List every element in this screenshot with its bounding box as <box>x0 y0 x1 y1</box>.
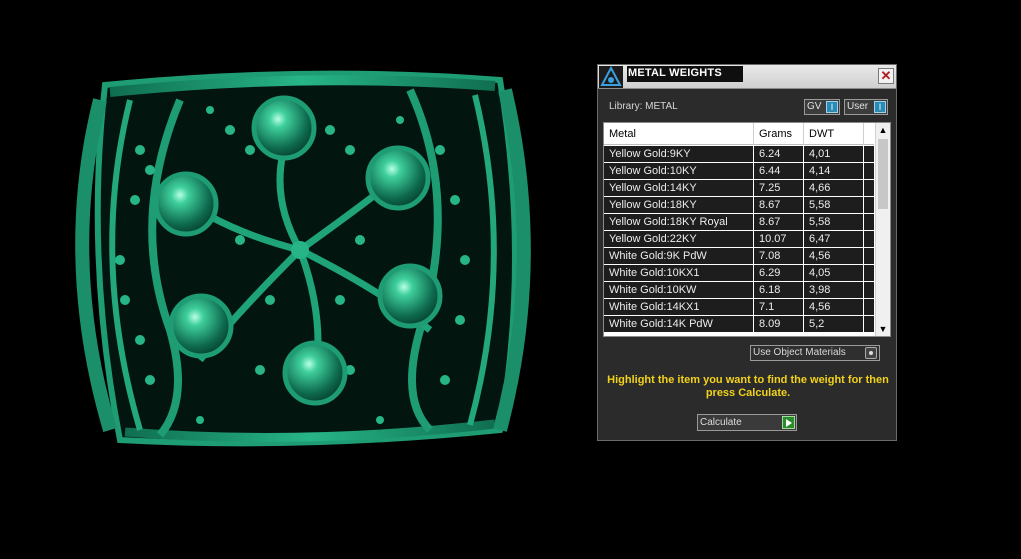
grams-cell: 6.18 <box>754 282 804 298</box>
table-row[interactable]: Yellow Gold:9KY 6.24 4,01 <box>604 146 874 163</box>
metal-cell: White Gold:10KW <box>604 282 754 298</box>
grams-cell: 6.29 <box>754 265 804 281</box>
dwt-cell: 4,56 <box>804 248 864 264</box>
dwt-cell: 3,98 <box>804 282 864 298</box>
metal-cell: Yellow Gold:22KY <box>604 231 754 247</box>
use-object-materials-label: Use Object Materials <box>753 347 846 358</box>
metal-cell: White Gold:14KX1 <box>604 299 754 315</box>
calculate-button[interactable]: Calculate <box>697 414 797 431</box>
table-scrollbar[interactable]: ▲ ▼ <box>875 123 890 336</box>
dwt-cell: 4,05 <box>804 265 864 281</box>
panel-titlebar[interactable]: METAL WEIGHTS ✕ <box>598 65 896 89</box>
dwt-cell: 5,58 <box>804 197 864 213</box>
table-row[interactable]: Yellow Gold:18KY Royal 8.67 5,58 <box>604 214 874 231</box>
ring-model-render <box>75 70 531 447</box>
column-header-grams[interactable]: Grams <box>754 123 804 145</box>
close-button[interactable]: ✕ <box>878 68 894 84</box>
table-row[interactable]: White Gold:9K PdW 7.08 4,56 <box>604 248 874 265</box>
table-row[interactable]: White Gold:10KX1 6.29 4,05 <box>604 265 874 282</box>
dwt-cell: 5,58 <box>804 214 864 230</box>
panel-title: METAL WEIGHTS <box>627 66 743 82</box>
metal-cell: White Gold:9K PdW <box>604 248 754 264</box>
play-arrow-icon <box>782 416 795 429</box>
column-header-dwt[interactable]: DWT <box>804 123 864 145</box>
metal-cell: White Gold:10KX1 <box>604 265 754 281</box>
gv-toggle-label: GV <box>807 101 822 112</box>
grams-cell: 7.25 <box>754 180 804 196</box>
grams-cell: 6.24 <box>754 146 804 162</box>
grams-cell: 10.07 <box>754 231 804 247</box>
dwt-cell: 5,2 <box>804 316 864 332</box>
app-logo-icon <box>599 65 623 88</box>
scroll-thumb[interactable] <box>878 139 888 209</box>
dwt-cell: 4,14 <box>804 163 864 179</box>
metal-cell: Yellow Gold:18KY Royal <box>604 214 754 230</box>
dwt-cell: 6,47 <box>804 231 864 247</box>
dwt-cell: 4,66 <box>804 180 864 196</box>
dwt-cell: 4,01 <box>804 146 864 162</box>
dwt-cell: 4,56 <box>804 299 864 315</box>
table-row[interactable]: Yellow Gold:10KY 6.44 4,14 <box>604 163 874 180</box>
table-row[interactable]: Yellow Gold:18KY 8.67 5,58 <box>604 197 874 214</box>
grams-cell: 6.44 <box>754 163 804 179</box>
metal-weights-panel: METAL WEIGHTS ✕ Library: METAL GV I User… <box>597 64 897 441</box>
use-object-materials-option[interactable]: Use Object Materials <box>750 345 880 361</box>
metal-cell: Yellow Gold:14KY <box>604 180 754 196</box>
table-row[interactable]: White Gold:14K PdW 8.09 5,2 <box>604 316 874 333</box>
table-body: Yellow Gold:9KY 6.24 4,01 Yellow Gold:10KY 6… <box>604 146 874 333</box>
scroll-up-icon[interactable]: ▲ <box>876 123 890 137</box>
instruction-text: Highlight the item you want to find the … <box>607 374 889 399</box>
grams-cell: 7.1 <box>754 299 804 315</box>
grams-cell: 8.67 <box>754 214 804 230</box>
3d-viewport[interactable] <box>0 0 590 559</box>
grams-cell: 7.08 <box>754 248 804 264</box>
calculate-button-label: Calculate <box>700 417 742 428</box>
metal-cell: Yellow Gold:10KY <box>604 163 754 179</box>
grams-cell: 8.67 <box>754 197 804 213</box>
table-row[interactable]: Yellow Gold:22KY 10.07 6,47 <box>604 231 874 248</box>
scroll-down-icon[interactable]: ▼ <box>876 322 890 336</box>
metal-cell: Yellow Gold:9KY <box>604 146 754 162</box>
gv-toggle-indicator-icon: I <box>826 101 838 113</box>
user-toggle-label: User <box>847 101 869 112</box>
table-row[interactable]: White Gold:10KW 6.18 3,98 <box>604 282 874 299</box>
user-toggle[interactable]: User I <box>844 99 888 115</box>
grams-cell: 8.09 <box>754 316 804 332</box>
table-header: Metal Grams DWT <box>604 123 874 145</box>
gv-toggle[interactable]: GV I <box>804 99 840 115</box>
library-label: Library: METAL <box>609 101 678 112</box>
metal-cell: White Gold:14K PdW <box>604 316 754 332</box>
table-row[interactable]: Yellow Gold:14KY 7.25 4,66 <box>604 180 874 197</box>
user-toggle-indicator-icon: I <box>874 101 886 113</box>
table-row[interactable]: White Gold:14KX1 7.1 4,56 <box>604 299 874 316</box>
metal-cell: Yellow Gold:18KY <box>604 197 754 213</box>
use-object-materials-radio[interactable] <box>865 347 877 359</box>
metal-table: Metal Grams DWT Yellow Gold:9KY 6.24 4,01 Y… <box>603 122 891 337</box>
column-header-metal[interactable]: Metal <box>604 123 754 145</box>
